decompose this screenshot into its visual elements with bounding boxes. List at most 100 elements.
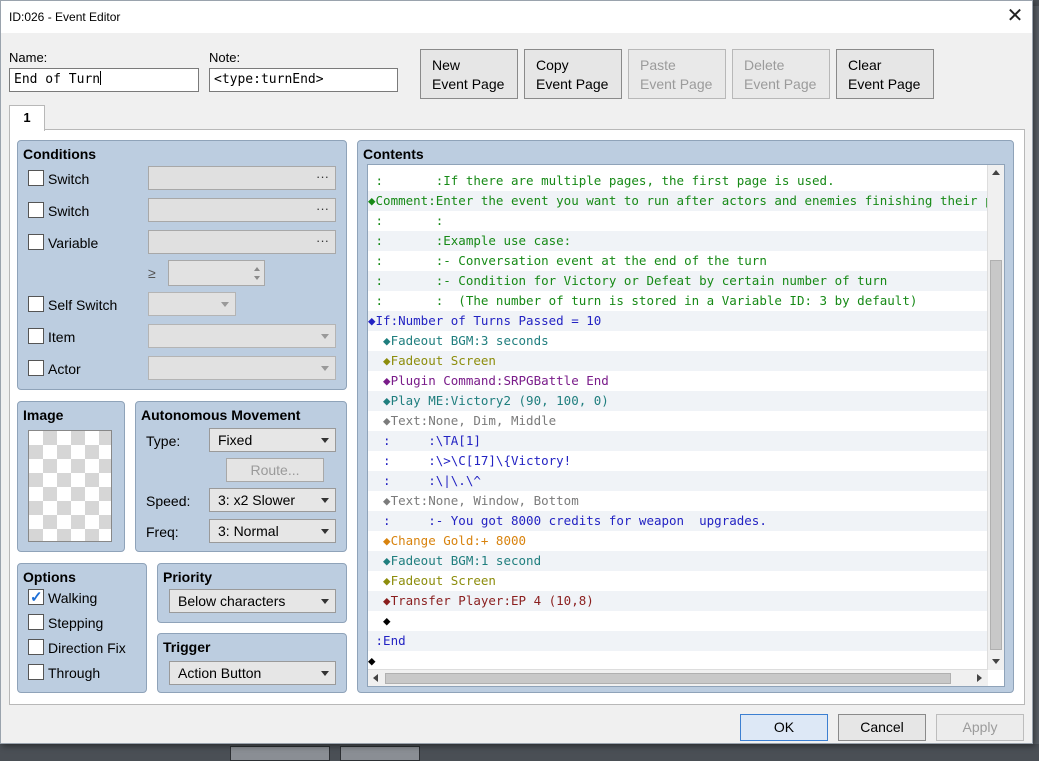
variable-field[interactable]: ···: [148, 230, 336, 254]
vertical-scrollbar[interactable]: [987, 165, 1004, 670]
checkmark-icon: ✓: [30, 589, 43, 606]
contents-title: Contents: [363, 146, 424, 162]
command-row[interactable]: ◆: [368, 651, 988, 670]
options-panel: Options ✓ Walking Stepping Direction Fix…: [17, 563, 147, 693]
command-row[interactable]: ◆Fadeout Screen: [368, 351, 988, 371]
switch2-checkbox[interactable]: [28, 202, 44, 218]
command-row[interactable]: : :\|\.\^: [368, 471, 988, 491]
command-row[interactable]: : :\>\C[17]\{Victory!: [368, 451, 988, 471]
name-input[interactable]: End of Turn: [9, 68, 199, 92]
chevron-down-icon: [221, 302, 229, 307]
event-image-preview[interactable]: [28, 430, 112, 542]
gte-symbol: ≥: [148, 265, 156, 281]
tab-page-1[interactable]: 1: [9, 105, 45, 131]
close-icon[interactable]: ✕: [1002, 3, 1028, 29]
walking-checkbox[interactable]: ✓: [28, 589, 44, 606]
stepping-checkbox[interactable]: [28, 614, 44, 630]
switch2-field[interactable]: ···: [148, 198, 336, 222]
self-switch-dropdown[interactable]: [148, 292, 236, 316]
priority-panel: Priority Below characters: [157, 563, 347, 623]
priority-title: Priority: [163, 569, 213, 585]
command-row[interactable]: ◆If:Number of Turns Passed = 10: [368, 311, 988, 331]
chevron-down-icon: [321, 498, 329, 503]
copy-event-page-button[interactable]: Copy Event Page: [524, 49, 622, 99]
trigger-panel: Trigger Action Button: [157, 633, 347, 693]
type-label: Type:: [146, 433, 181, 449]
command-row[interactable]: ◆Text:None, Dim, Middle: [368, 411, 988, 431]
through-checkbox[interactable]: [28, 664, 44, 680]
command-row[interactable]: :End: [368, 631, 988, 651]
through-label: Through: [48, 665, 101, 681]
direction-fix-label: Direction Fix: [48, 640, 126, 656]
vertical-scroll-thumb[interactable]: [990, 260, 1002, 650]
chevron-down-icon: [321, 366, 329, 371]
freq-dropdown[interactable]: 3: Normal: [209, 519, 336, 543]
command-row[interactable]: ◆Change Gold:+ 8000: [368, 531, 988, 551]
scroll-up-icon[interactable]: [992, 170, 1000, 175]
clear-event-page-button[interactable]: Clear Event Page: [836, 49, 934, 99]
horizontal-scrollbar[interactable]: [368, 669, 988, 686]
name-input-value: End of Turn: [14, 72, 101, 87]
note-input[interactable]: <type:turnEnd>: [209, 68, 398, 92]
item-dropdown[interactable]: [148, 324, 336, 348]
horizontal-scroll-thumb[interactable]: [385, 673, 951, 684]
freq-label: Freq:: [146, 524, 179, 540]
new-event-page-button[interactable]: New Event Page: [420, 49, 518, 99]
command-row[interactable]: ◆Comment:Enter the event you want to run…: [368, 191, 988, 211]
cancel-button[interactable]: Cancel: [838, 714, 926, 741]
switch1-field[interactable]: ···: [148, 166, 336, 190]
command-row[interactable]: : :- Condition for Victory or Defeat by …: [368, 271, 988, 291]
speed-value: 3: x2 Slower: [218, 492, 296, 508]
command-row[interactable]: ◆Fadeout Screen: [368, 571, 988, 591]
title-bar: ID:026 - Event Editor ✕: [1, 1, 1032, 33]
command-row[interactable]: : :- Conversation event at the end of th…: [368, 251, 988, 271]
self-switch-checkbox[interactable]: [28, 296, 44, 312]
route-button[interactable]: Route...: [226, 458, 324, 482]
image-title: Image: [23, 407, 64, 423]
paste-event-page-button[interactable]: Paste Event Page: [628, 49, 726, 99]
command-row[interactable]: : :Example use case:: [368, 231, 988, 251]
trigger-dropdown[interactable]: Action Button: [169, 661, 336, 685]
spin-down-icon[interactable]: [254, 276, 260, 280]
spin-up-icon[interactable]: [254, 267, 260, 271]
item-checkbox[interactable]: [28, 328, 44, 344]
ok-button[interactable]: OK: [740, 714, 828, 741]
command-row[interactable]: ◆Fadeout BGM:3 seconds: [368, 331, 988, 351]
priority-value: Below characters: [178, 593, 286, 609]
command-row[interactable]: : :: [368, 211, 988, 231]
scroll-down-icon[interactable]: [992, 659, 1000, 664]
variable-value-spinner[interactable]: [168, 260, 265, 286]
event-command-list[interactable]: : :If there are multiple pages, the firs…: [367, 164, 1005, 687]
command-row[interactable]: ◆Play ME:Victory2 (90, 100, 0): [368, 391, 988, 411]
actor-dropdown[interactable]: [148, 356, 336, 380]
scroll-left-icon[interactable]: [373, 674, 378, 682]
background-map-tile: [340, 746, 420, 761]
speed-dropdown[interactable]: 3: x2 Slower: [209, 488, 336, 512]
command-row[interactable]: : : (The number of turn is stored in a V…: [368, 291, 988, 311]
delete-event-page-button[interactable]: Delete Event Page: [732, 49, 830, 99]
apply-button[interactable]: Apply: [936, 714, 1024, 741]
switch1-label: Switch: [48, 171, 90, 187]
scroll-right-icon[interactable]: [977, 674, 982, 682]
command-row[interactable]: ◆Text:None, Window, Bottom: [368, 491, 988, 511]
switch1-checkbox[interactable]: [28, 170, 44, 186]
freq-value: 3: Normal: [218, 523, 279, 539]
image-panel: Image: [17, 401, 125, 552]
direction-fix-checkbox[interactable]: [28, 639, 44, 655]
command-row[interactable]: ◆: [368, 611, 988, 631]
command-row[interactable]: ◆Plugin Command:SRPGBattle End: [368, 371, 988, 391]
command-row[interactable]: ◆Transfer Player:EP 4 (10,8): [368, 591, 988, 611]
chevron-down-icon: [321, 438, 329, 443]
command-row[interactable]: ◆Fadeout BGM:1 second: [368, 551, 988, 571]
window-title: ID:026 - Event Editor: [9, 10, 121, 24]
actor-checkbox[interactable]: [28, 360, 44, 376]
priority-dropdown[interactable]: Below characters: [169, 589, 336, 613]
command-row[interactable]: : :- You got 8000 credits for weapon upg…: [368, 511, 988, 531]
variable-checkbox[interactable]: [28, 234, 44, 250]
movement-type-dropdown[interactable]: Fixed: [209, 428, 336, 452]
switch2-label: Switch: [48, 203, 90, 219]
command-row[interactable]: : :\TA[1]: [368, 431, 988, 451]
text-caret: [100, 71, 102, 85]
movement-type-value: Fixed: [218, 432, 253, 448]
command-row[interactable]: : :If there are multiple pages, the firs…: [368, 171, 988, 191]
